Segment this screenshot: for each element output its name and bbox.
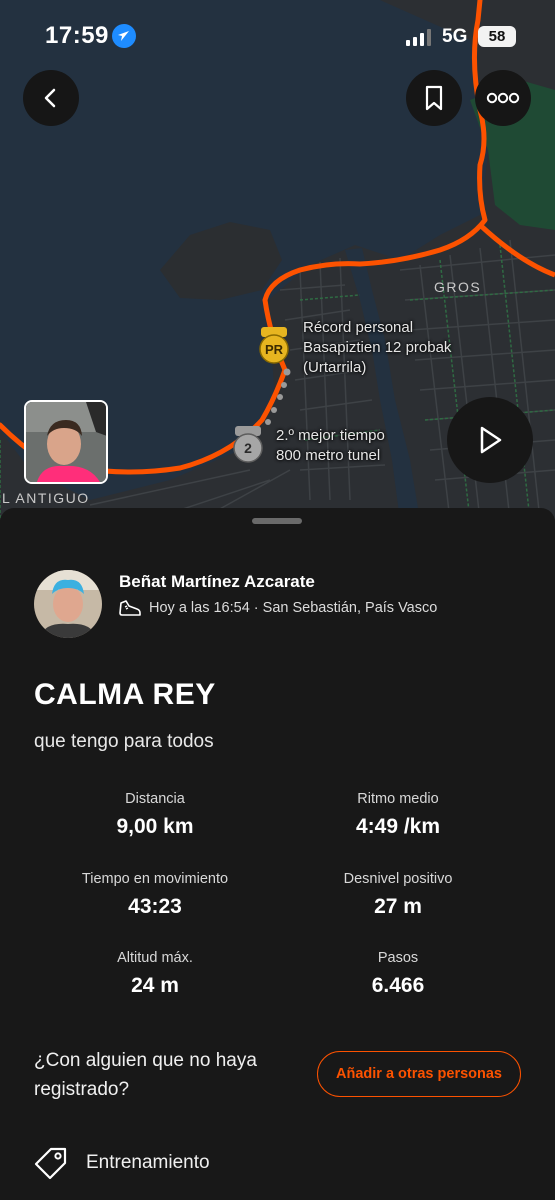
second-medal-icon[interactable]: 2	[232, 424, 264, 464]
pr-label-line1: Récord personal	[303, 319, 414, 336]
bookmark-button[interactable]	[406, 70, 462, 126]
bookmark-icon	[425, 85, 443, 111]
battery-indicator: 58	[478, 26, 516, 47]
network-type: 5G	[442, 26, 468, 47]
stat-moving-time: Tiempo en movimiento 43:23	[45, 871, 265, 919]
signal-icon	[406, 29, 431, 46]
second-segment-label[interactable]: 2.º mejor tiempo 800 metro tunel	[276, 426, 385, 466]
activity-description: que tengo para todos	[34, 731, 214, 752]
stat-value: 6.466	[371, 974, 425, 997]
stat-value: 24 m	[131, 974, 179, 997]
sheet-drag-handle[interactable]	[252, 518, 302, 524]
pr-label-line2: Basapiztien 12 probak	[303, 339, 452, 356]
stat-value: 27 m	[374, 895, 422, 918]
pr-medal-icon[interactable]: PR	[258, 325, 290, 365]
stat-max-elevation: Altitud máx. 24 m	[45, 950, 265, 998]
status-time: 17:59	[45, 22, 109, 49]
activity-title: CALMA REY	[34, 678, 216, 711]
activity-meta: Hoy a las 16:54 · San Sebastián, País Va…	[119, 599, 437, 617]
activity-meta-text: Hoy a las 16:54 · San Sebastián, País Va…	[149, 600, 438, 616]
pr-segment-label[interactable]: Récord personal Basapiztien 12 probak (U…	[303, 318, 451, 378]
more-icon	[486, 92, 520, 104]
tag-others-question: ¿Con alguien que no haya registrado?	[34, 1050, 257, 1100]
district-gros: GROS	[434, 279, 482, 295]
svg-text:PR: PR	[265, 342, 284, 357]
stat-label: Pasos	[377, 950, 419, 966]
tag-icon	[34, 1147, 67, 1180]
workout-type-row[interactable]: Entrenamiento	[34, 1146, 210, 1180]
shoe-icon	[119, 600, 141, 616]
stat-elevation-gain: Desnivel positivo 27 m	[288, 871, 508, 919]
district-antiguo: L ANTIGUO	[2, 490, 90, 506]
athlete-name[interactable]: Beñat Martínez Azcarate	[119, 572, 315, 592]
second-label-line2: 800 metro tunel	[276, 447, 381, 464]
stat-value: 9,00 km	[116, 815, 194, 838]
more-options-button[interactable]	[475, 70, 531, 126]
stat-label: Altitud máx.	[117, 950, 193, 966]
back-icon	[44, 88, 56, 108]
play-flyover-button[interactable]	[447, 397, 533, 483]
stat-value: 43:23	[128, 895, 182, 918]
stat-distance: Distancia 9,00 km	[45, 791, 265, 839]
stat-label: Desnivel positivo	[343, 871, 453, 887]
location-arrow-icon	[112, 24, 136, 48]
stat-value: 4:49 /km	[355, 815, 441, 838]
activity-sheet: Beñat Martínez Azcarate Hoy a las 16:54 …	[0, 508, 555, 1200]
stat-label: Tiempo en movimiento	[81, 871, 229, 887]
svg-text:2: 2	[244, 440, 252, 456]
stat-pace: Ritmo medio 4:49 /km	[288, 791, 508, 839]
play-icon	[480, 426, 502, 454]
status-bar: 17:59 5G 58	[0, 0, 555, 70]
stat-label: Ritmo medio	[357, 791, 439, 807]
pr-label-line3: (Urtarrila)	[303, 359, 367, 376]
stat-label: Distancia	[125, 791, 185, 807]
activity-photo-thumbnail[interactable]	[24, 400, 108, 484]
second-label-line1: 2.º mejor tiempo	[276, 427, 385, 444]
avatar[interactable]	[34, 570, 102, 638]
workout-type-label: Entrenamiento	[86, 1152, 210, 1173]
stat-steps: Pasos 6.466	[288, 950, 508, 998]
add-others-button[interactable]: Añadir a otras personas	[317, 1051, 521, 1097]
back-button[interactable]	[23, 70, 79, 126]
